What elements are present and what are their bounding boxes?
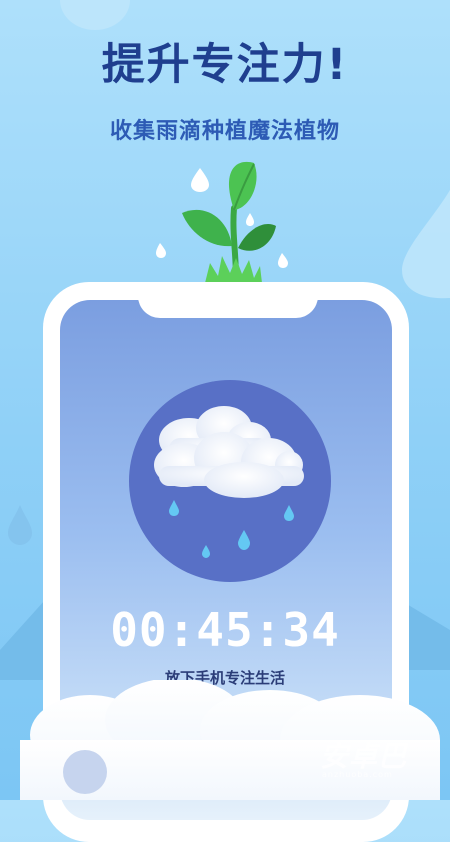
watermark-logo: 安卓巴 (320, 740, 408, 773)
rain-cloud-icon (154, 406, 304, 558)
background-drop-icon (8, 505, 32, 545)
background-drop-icon (402, 190, 450, 299)
promo-subheadline: 收集雨滴种植魔法植物 (109, 119, 340, 144)
promo-headline: 提升专注力! (101, 40, 349, 90)
sprout-plant-icon (156, 161, 288, 283)
phone-notch (138, 282, 318, 318)
background-bubble (60, 0, 130, 30)
watermark-url: anzhuoba.com (322, 770, 393, 779)
focus-timer: 00:45:34 (110, 603, 340, 657)
